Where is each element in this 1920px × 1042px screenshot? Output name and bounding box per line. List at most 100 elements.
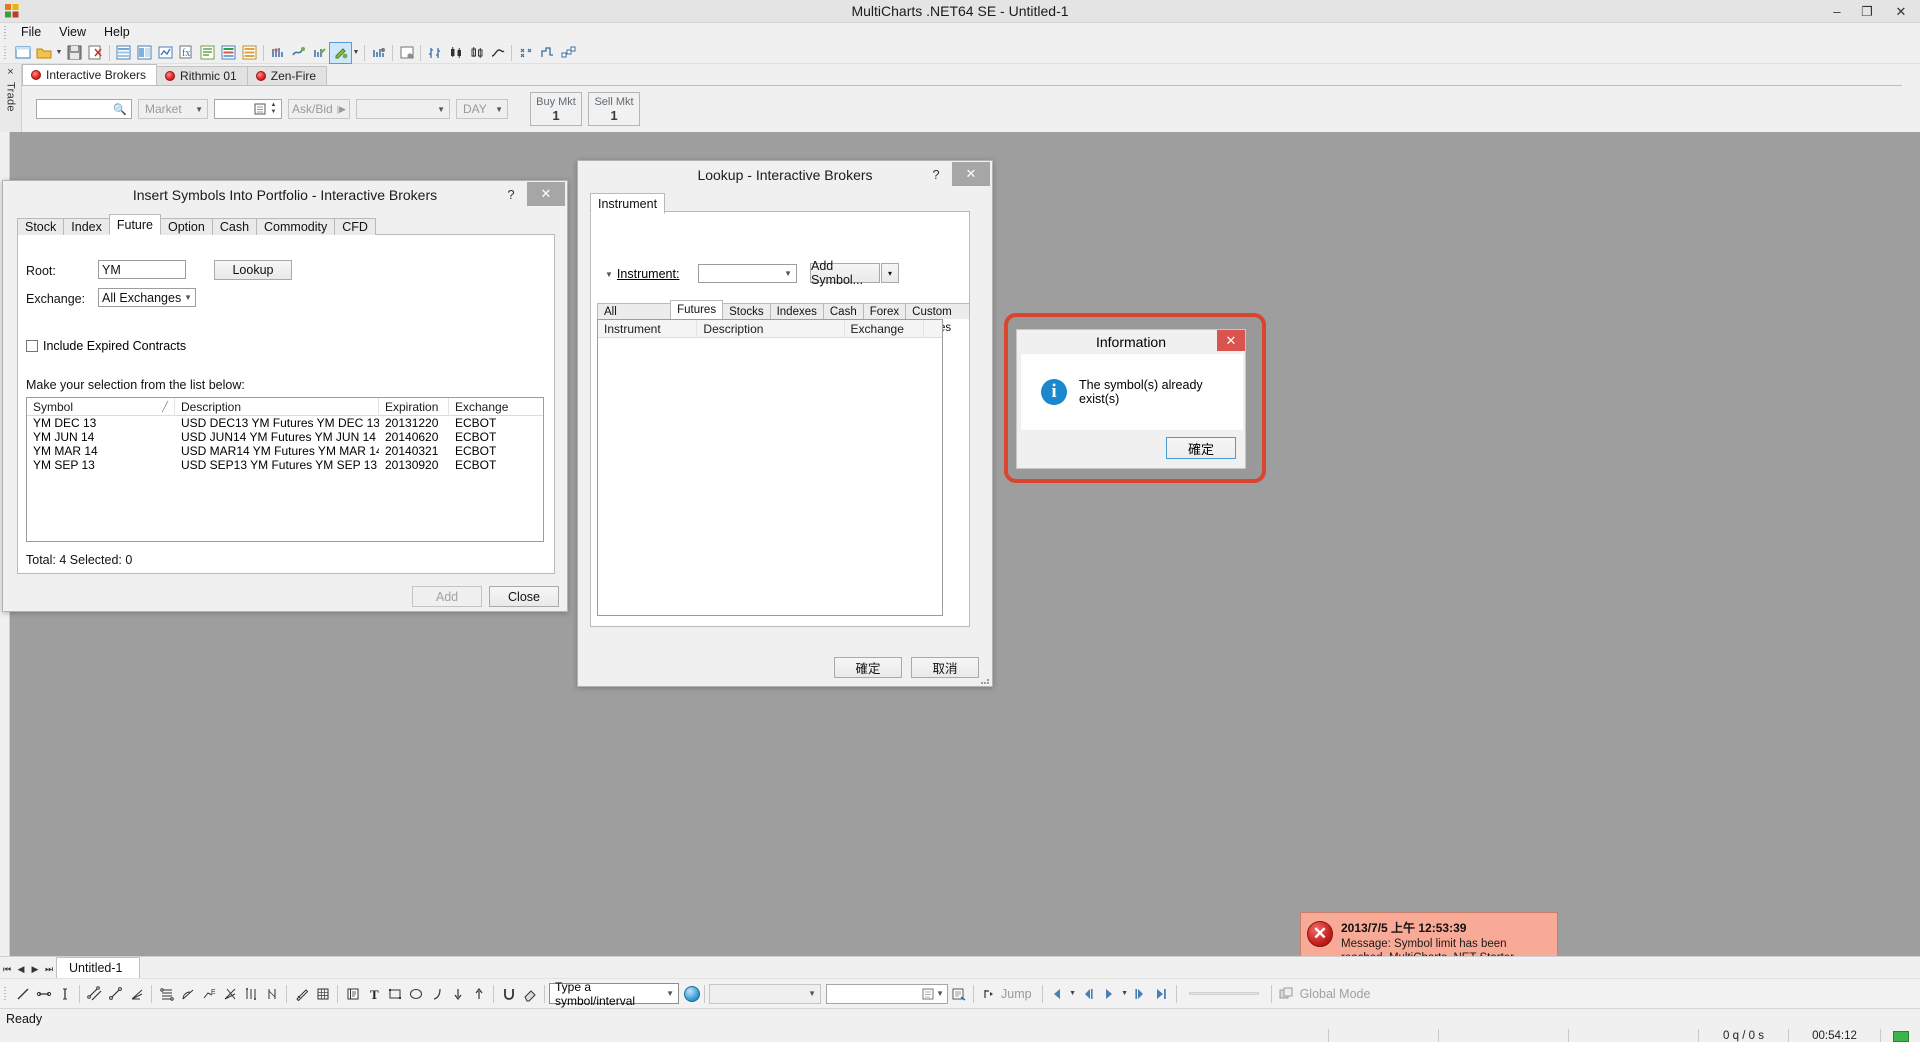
prev-chart-button[interactable]: ◀ bbox=[14, 960, 28, 978]
apply-data-button[interactable] bbox=[948, 983, 969, 1005]
next-chart-button[interactable]: ▶ bbox=[28, 960, 42, 978]
subtab-futures[interactable]: Futures bbox=[670, 300, 724, 319]
broker-tab-interactive-brokers[interactable]: Interactive Brokers bbox=[22, 64, 158, 85]
play-back-icon[interactable] bbox=[1078, 983, 1099, 1005]
tif-select[interactable]: DAY ▼ bbox=[456, 99, 508, 119]
exchange-select[interactable]: All Exchanges ▼ bbox=[98, 288, 196, 307]
parallel-channel-icon[interactable] bbox=[84, 983, 105, 1005]
subtab-cash[interactable]: Cash bbox=[822, 303, 864, 319]
toolbar-grip[interactable] bbox=[3, 44, 9, 61]
candle-chart-icon[interactable] bbox=[445, 43, 466, 63]
format-study-icon[interactable] bbox=[309, 43, 330, 63]
tab-stock[interactable]: Stock bbox=[17, 218, 65, 235]
fibonacci-arc-icon[interactable] bbox=[177, 983, 198, 1005]
subtab-forex[interactable]: Forex bbox=[862, 303, 907, 319]
fibonacci-fan-icon[interactable] bbox=[126, 983, 147, 1005]
first-chart-button[interactable]: ⏮ bbox=[0, 960, 14, 978]
gann-fan-icon[interactable] bbox=[219, 983, 240, 1005]
minimize-button[interactable]: – bbox=[1822, 0, 1852, 23]
trade-symbol-input[interactable]: 🔍 bbox=[36, 99, 132, 119]
hollow-candle-icon[interactable] bbox=[466, 43, 487, 63]
studies-icon[interactable] bbox=[267, 43, 288, 63]
chart-settings-icon[interactable] bbox=[396, 43, 417, 63]
buy-market-button[interactable]: Buy Mkt 1 bbox=[530, 92, 582, 126]
tab-cash[interactable]: Cash bbox=[211, 218, 258, 235]
new-formula-icon[interactable]: fx bbox=[176, 43, 197, 63]
chart-tab-untitled-1[interactable]: Untitled-1 bbox=[56, 957, 140, 978]
information-ok-button[interactable]: 確定 bbox=[1166, 437, 1236, 459]
date-value-input[interactable]: ▼ bbox=[826, 983, 948, 1004]
last-chart-button[interactable]: ⏭ bbox=[42, 960, 56, 978]
subtab-indexes[interactable]: Indexes bbox=[769, 303, 824, 319]
drawbar-grip[interactable] bbox=[3, 985, 9, 1002]
expander-arrow-icon[interactable]: ▼ bbox=[605, 270, 613, 279]
table-row[interactable]: YM JUN 14 USD JUN14 YM Futures YM JUN 14… bbox=[27, 430, 543, 444]
resize-grip-icon[interactable] bbox=[979, 674, 991, 686]
subtab-all-instruments[interactable]: All Instruments bbox=[597, 303, 672, 334]
table-row[interactable]: YM MAR 14 USD MAR14 YM Futures YM MAR 14… bbox=[27, 444, 543, 458]
maximize-button[interactable]: ❐ bbox=[1852, 0, 1882, 23]
subtab-stocks[interactable]: Stocks bbox=[722, 303, 771, 319]
pencil-icon[interactable] bbox=[291, 983, 312, 1005]
global-mode-icon[interactable] bbox=[1276, 983, 1297, 1005]
horizontal-line-icon[interactable] bbox=[33, 983, 54, 1005]
step-back-dropdown[interactable]: ▼ bbox=[1068, 984, 1078, 1004]
rectangle-icon[interactable] bbox=[384, 983, 405, 1005]
arc-icon[interactable] bbox=[426, 983, 447, 1005]
jump-icon[interactable] bbox=[978, 983, 999, 1005]
column-exchange[interactable]: Exchange bbox=[449, 398, 543, 416]
interval-select[interactable]: ▼ bbox=[709, 983, 821, 1004]
tab-instrument[interactable]: Instrument bbox=[590, 193, 666, 214]
tab-option[interactable]: Option bbox=[160, 218, 213, 235]
regression-channel-icon[interactable] bbox=[105, 983, 126, 1005]
line-chart-icon[interactable] bbox=[487, 43, 508, 63]
lookup-button[interactable]: Lookup bbox=[214, 260, 292, 280]
menu-file[interactable]: File bbox=[12, 24, 50, 40]
column-exchange[interactable]: Exchange bbox=[845, 320, 925, 338]
broker-tab-rithmic-01[interactable]: Rithmic 01 bbox=[156, 66, 248, 85]
include-expired-checkbox[interactable] bbox=[26, 340, 38, 352]
format-instrument-icon[interactable] bbox=[329, 41, 352, 64]
save-as-icon[interactable] bbox=[85, 43, 106, 63]
column-symbol[interactable]: Symbol ╱ bbox=[27, 398, 175, 416]
symbols-grid[interactable]: Symbol ╱ Description Expiration Exchange… bbox=[26, 397, 544, 542]
broker-tab-zen-fire[interactable]: Zen-Fire bbox=[246, 66, 328, 85]
settings-icon[interactable] bbox=[368, 43, 389, 63]
root-input[interactable]: YM bbox=[98, 260, 186, 279]
end-icon[interactable] bbox=[1151, 983, 1172, 1005]
arrow-down-icon[interactable] bbox=[447, 983, 468, 1005]
new-portfolio-icon[interactable] bbox=[155, 43, 176, 63]
route-select[interactable]: ▼ bbox=[356, 99, 450, 119]
play-forward-icon[interactable] bbox=[1130, 983, 1151, 1005]
table-row[interactable]: YM DEC 13 USD DEC13 YM Futures YM DEC 13… bbox=[27, 416, 543, 430]
add-symbol-dropdown-button[interactable]: ▾ bbox=[881, 263, 899, 283]
order-type-select[interactable]: Market ▼ bbox=[138, 99, 208, 119]
renko-icon[interactable] bbox=[557, 43, 578, 63]
lookup-cancel-button[interactable]: 取消 bbox=[911, 657, 979, 678]
tab-cfd[interactable]: CFD bbox=[334, 218, 376, 235]
eraser-icon[interactable] bbox=[519, 983, 540, 1005]
symbol-interval-input[interactable]: Type a symbol/interval ▼ bbox=[549, 980, 679, 1008]
new-scanner-icon[interactable] bbox=[134, 43, 155, 63]
note-icon[interactable] bbox=[342, 983, 363, 1005]
save-icon[interactable] bbox=[64, 43, 85, 63]
close-button[interactable]: ✕ bbox=[1882, 0, 1920, 23]
jump-label[interactable]: Jump bbox=[999, 987, 1038, 1001]
magnet-icon[interactable] bbox=[498, 983, 519, 1005]
new-market-depth-icon[interactable] bbox=[218, 43, 239, 63]
tab-commodity[interactable]: Commodity bbox=[256, 218, 336, 235]
help-icon[interactable]: ? bbox=[922, 161, 950, 187]
menu-grip[interactable] bbox=[2, 25, 10, 39]
trade-panel-close-icon[interactable]: × bbox=[0, 64, 21, 78]
kagi-icon[interactable] bbox=[536, 43, 557, 63]
column-description[interactable]: Description bbox=[697, 320, 845, 338]
instrument-dropdown-arrow[interactable]: ▼ bbox=[351, 43, 361, 63]
sell-market-button[interactable]: Sell Mkt 1 bbox=[588, 92, 640, 126]
quantity-stepper[interactable]: ▲ ▼ bbox=[214, 99, 282, 119]
step-back-icon[interactable] bbox=[1047, 983, 1068, 1005]
insert-dialog-close-button[interactable]: ✕ bbox=[527, 182, 565, 206]
grid-icon[interactable] bbox=[312, 983, 333, 1005]
lookup-results-grid[interactable]: Instrument Description Exchange bbox=[597, 319, 943, 616]
global-mode-label[interactable]: Global Mode bbox=[1297, 987, 1371, 1001]
help-icon[interactable]: ? bbox=[497, 181, 525, 207]
